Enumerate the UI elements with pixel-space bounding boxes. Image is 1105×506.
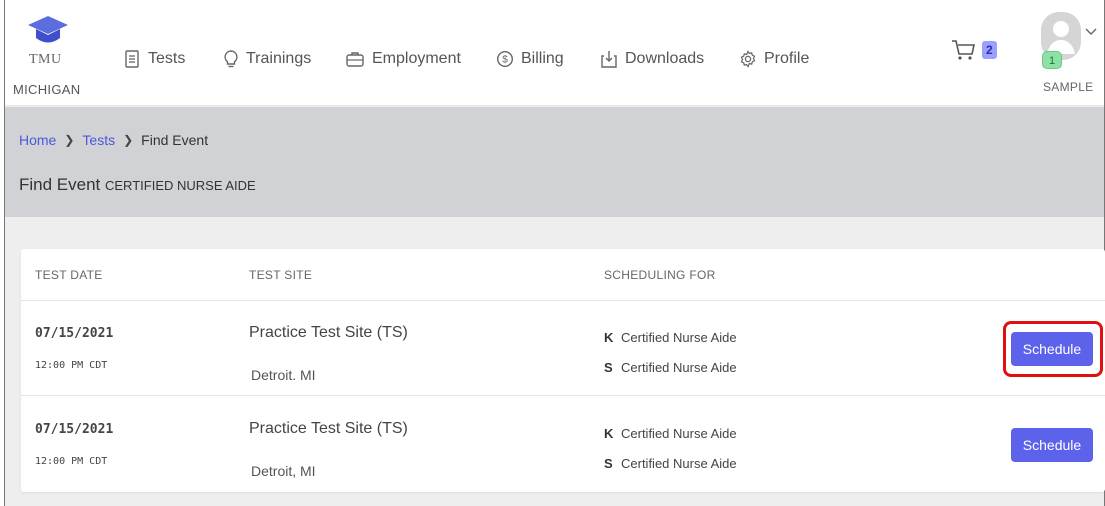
test-site-city: Detroit, MI (251, 463, 316, 479)
notification-badge[interactable]: 1 (1042, 51, 1062, 69)
table-row: 07/15/2021 12:00 PM CDT Practice Test Si… (21, 301, 1105, 396)
test-site-city: Detroit. MI (251, 367, 316, 383)
page-title-subtitle: CERTIFIED NURSE AIDE (105, 178, 256, 193)
column-header-test-date: TEST DATE (35, 268, 103, 282)
cart-icon (952, 40, 975, 60)
nav-trainings[interactable]: Trainings (223, 47, 311, 71)
scheduling-program: Certified Nurse Aide (621, 456, 737, 471)
nav-billing[interactable]: $ Billing (496, 47, 564, 71)
breadcrumb-chevron-icon: ❯ (64, 133, 75, 147)
breadcrumb-current: Find Event (141, 132, 209, 148)
scheduling-code: K (604, 330, 614, 345)
test-time: 12:00 PM CDT (35, 456, 108, 467)
nav-trainings-label: Trainings (246, 50, 312, 67)
column-header-test-site: TEST SITE (249, 268, 313, 282)
scheduling-code: K (604, 426, 614, 441)
chevron-down-icon[interactable] (1085, 28, 1097, 36)
cart-count-badge: 2 (982, 41, 997, 59)
lightbulb-icon (224, 50, 238, 68)
page-title-main: Find Event (19, 175, 101, 194)
user-name: SAMPLE (1043, 80, 1094, 94)
page-title: Find Event CERTIFIED NURSE AIDE (19, 175, 256, 195)
tests-icon (125, 50, 139, 68)
nav-profile[interactable]: Profile (739, 47, 809, 71)
scheduling-item: K Certified Nurse Aide (604, 330, 737, 345)
download-icon (601, 51, 617, 68)
top-navigation: TMU MICHIGAN Tests Trainings Employment … (5, 0, 1104, 106)
nav-downloads[interactable]: Downloads (600, 47, 704, 71)
page-header: Home ❯ Tests ❯ Find Event Find Event CER… (5, 107, 1104, 217)
column-header-scheduling-for: SCHEDULING FOR (604, 268, 716, 282)
table-header: TEST DATE TEST SITE SCHEDULING FOR (21, 249, 1105, 301)
events-table: TEST DATE TEST SITE SCHEDULING FOR 07/15… (21, 249, 1105, 492)
gear-icon (740, 50, 756, 68)
test-site-name: Practice Test Site (TS) (249, 420, 408, 437)
test-date: 07/15/2021 (35, 422, 114, 437)
scheduling-program: Certified Nurse Aide (621, 330, 737, 345)
scheduling-code: S (604, 360, 613, 375)
breadcrumb-tests[interactable]: Tests (82, 132, 115, 148)
scheduling-program: Certified Nurse Aide (621, 360, 737, 375)
scheduling-item: S Certified Nurse Aide (604, 360, 737, 375)
app-frame: TMU MICHIGAN Tests Trainings Employment … (4, 0, 1105, 506)
breadcrumb: Home ❯ Tests ❯ Find Event (19, 132, 208, 148)
brand-name: TMU (29, 52, 62, 67)
briefcase-icon (346, 52, 364, 67)
scheduling-code: S (604, 456, 613, 471)
cart-button[interactable]: 2 (950, 38, 997, 62)
nav-employment-label: Employment (372, 50, 461, 67)
brand-logo[interactable]: TMU MICHIGAN (13, 14, 93, 104)
nav-tests-label: Tests (148, 50, 186, 67)
svg-text:$: $ (502, 55, 508, 66)
dollar-icon: $ (496, 50, 514, 68)
schedule-button[interactable]: Schedule (1011, 428, 1093, 462)
schedule-button[interactable]: Schedule (1011, 332, 1093, 366)
breadcrumb-chevron-icon: ❯ (123, 133, 134, 147)
breadcrumb-home[interactable]: Home (19, 132, 56, 148)
scheduling-item: S Certified Nurse Aide (604, 456, 737, 471)
scheduling-item: K Certified Nurse Aide (604, 426, 737, 441)
nav-employment[interactable]: Employment (345, 47, 461, 71)
nav-billing-label: Billing (521, 50, 564, 67)
test-site-name: Practice Test Site (TS) (249, 324, 408, 341)
test-time: 12:00 PM CDT (35, 360, 108, 371)
nav-downloads-label: Downloads (625, 50, 705, 67)
nav-tests[interactable]: Tests (123, 47, 185, 71)
nav-profile-label: Profile (764, 50, 810, 67)
scheduling-program: Certified Nurse Aide (621, 426, 737, 441)
brand-state: MICHIGAN (13, 82, 81, 97)
graduation-cap-icon (28, 16, 68, 43)
test-date: 07/15/2021 (35, 326, 114, 341)
table-row: 07/15/2021 12:00 PM CDT Practice Test Si… (21, 397, 1105, 492)
